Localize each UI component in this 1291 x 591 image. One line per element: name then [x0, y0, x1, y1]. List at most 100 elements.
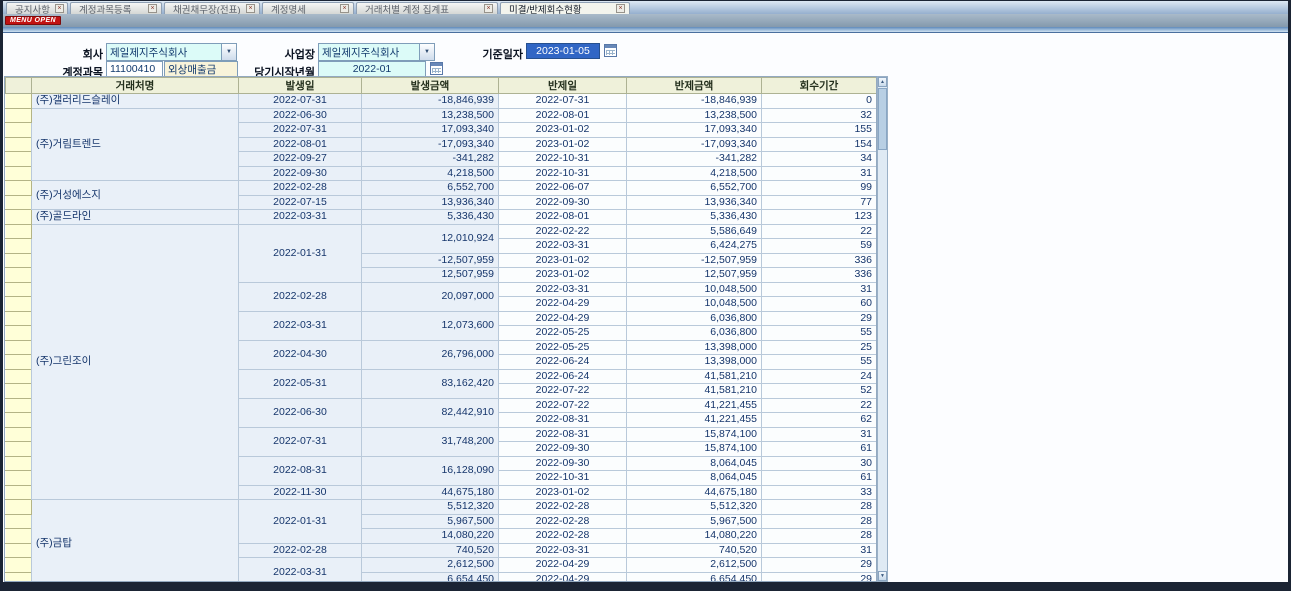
repayment-amount-cell[interactable]: 4,218,500	[627, 166, 762, 181]
row-selector[interactable]	[6, 152, 32, 167]
repayment-amount-cell[interactable]: 15,874,100	[627, 442, 762, 457]
table-row[interactable]: (주)갤러리드슬레이2022-07-31-18,846,9392022-07-3…	[6, 94, 877, 109]
row-selector[interactable]	[6, 108, 32, 123]
occurrence-date-cell[interactable]: 2022-07-31	[239, 123, 362, 138]
repayment-date-cell[interactable]: 2022-03-31	[499, 282, 627, 297]
base-date-calendar-icon[interactable]	[604, 44, 617, 57]
repayment-amount-cell[interactable]: 13,398,000	[627, 355, 762, 370]
row-selector[interactable]	[6, 369, 32, 384]
tab-item[interactable]: 채권채무장(전표)×	[164, 2, 260, 14]
repayment-date-cell[interactable]: 2022-08-31	[499, 413, 627, 428]
table-row[interactable]: (주)거림트렌드2022-06-3013,238,5002022-08-0113…	[6, 108, 877, 123]
repayment-date-cell[interactable]: 2022-06-07	[499, 181, 627, 196]
tab-item[interactable]: 공지사항×	[6, 2, 68, 14]
scroll-down-icon[interactable]: ▼	[878, 571, 887, 581]
collection-days-cell[interactable]: 31	[762, 543, 877, 558]
row-selector[interactable]	[6, 558, 32, 573]
repayment-amount-cell[interactable]: 6,036,800	[627, 326, 762, 341]
row-selector[interactable]	[6, 123, 32, 138]
occurrence-date-cell[interactable]: 2022-03-31	[239, 210, 362, 225]
repayment-amount-cell[interactable]: 41,581,210	[627, 384, 762, 399]
repayment-amount-cell[interactable]: 14,080,220	[627, 529, 762, 544]
repayment-amount-cell[interactable]: -17,093,340	[627, 137, 762, 152]
occurrence-date-cell[interactable]: 2022-02-28	[239, 282, 362, 311]
occurrence-date-cell[interactable]: 2022-07-15	[239, 195, 362, 210]
repayment-amount-cell[interactable]: -18,846,939	[627, 94, 762, 109]
occurrence-date-cell[interactable]: 2022-07-31	[239, 427, 362, 456]
repayment-date-cell[interactable]: 2022-06-24	[499, 369, 627, 384]
repayment-date-cell[interactable]: 2022-04-29	[499, 311, 627, 326]
repayment-date-cell[interactable]: 2022-09-30	[499, 456, 627, 471]
collection-days-cell[interactable]: 29	[762, 572, 877, 582]
occurrence-date-cell[interactable]: 2022-06-30	[239, 398, 362, 427]
collection-days-cell[interactable]: 52	[762, 384, 877, 399]
repayment-amount-cell[interactable]: 10,048,500	[627, 297, 762, 312]
repayment-date-cell[interactable]: 2022-07-31	[499, 94, 627, 109]
vertical-scrollbar[interactable]: ▲ ▼	[877, 76, 888, 582]
tab-close-icon[interactable]: ×	[484, 4, 493, 13]
occurrence-date-cell[interactable]: 2022-03-31	[239, 311, 362, 340]
repayment-amount-cell[interactable]: 6,424,275	[627, 239, 762, 254]
collection-days-cell[interactable]: 29	[762, 311, 877, 326]
repayment-date-cell[interactable]: 2022-10-31	[499, 471, 627, 486]
collection-days-cell[interactable]: 99	[762, 181, 877, 196]
repayment-date-cell[interactable]: 2023-01-02	[499, 253, 627, 268]
row-selector[interactable]	[6, 384, 32, 399]
account-code-input[interactable]	[106, 61, 163, 77]
collection-days-cell[interactable]: 30	[762, 456, 877, 471]
repayment-date-cell[interactable]: 2023-01-02	[499, 123, 627, 138]
period-start-calendar-icon[interactable]	[430, 62, 443, 75]
repayment-amount-cell[interactable]: 13,398,000	[627, 340, 762, 355]
tab-close-icon[interactable]: ×	[246, 4, 255, 13]
repayment-date-cell[interactable]: 2022-04-29	[499, 558, 627, 573]
repayment-date-cell[interactable]: 2022-09-30	[499, 442, 627, 457]
repayment-date-cell[interactable]: 2022-08-01	[499, 210, 627, 225]
tab-close-icon[interactable]: ×	[340, 4, 349, 13]
collection-days-cell[interactable]: 25	[762, 340, 877, 355]
row-selector[interactable]	[6, 326, 32, 341]
occurrence-date-cell[interactable]: 2022-01-31	[239, 500, 362, 544]
company-select[interactable]: 제일제지주식회사 ▼	[106, 43, 237, 61]
row-selector[interactable]	[6, 253, 32, 268]
row-selector[interactable]	[6, 543, 32, 558]
occurrence-amount-cell[interactable]: -18,846,939	[362, 94, 499, 109]
occurrence-date-cell[interactable]: 2022-02-28	[239, 181, 362, 196]
scroll-up-icon[interactable]: ▲	[878, 77, 887, 87]
occurrence-date-cell[interactable]: 2022-03-31	[239, 558, 362, 583]
column-header-customer[interactable]: 거래처명	[32, 78, 239, 94]
repayment-amount-cell[interactable]: 5,586,649	[627, 224, 762, 239]
occurrence-date-cell[interactable]: 2022-08-01	[239, 137, 362, 152]
repayment-date-cell[interactable]: 2022-03-31	[499, 239, 627, 254]
repayment-amount-cell[interactable]: 15,874,100	[627, 427, 762, 442]
chevron-down-icon[interactable]: ▼	[221, 44, 236, 60]
occurrence-amount-cell[interactable]: 6,552,700	[362, 181, 499, 196]
collection-days-cell[interactable]: 59	[762, 239, 877, 254]
repayment-date-cell[interactable]: 2022-06-24	[499, 355, 627, 370]
row-selector[interactable]	[6, 224, 32, 239]
table-row[interactable]: (주)골드라인2022-03-315,336,4302022-08-015,33…	[6, 210, 877, 225]
occurrence-amount-cell[interactable]: 6,654,450	[362, 572, 499, 582]
occurrence-amount-cell[interactable]: -12,507,959	[362, 253, 499, 268]
occurrence-amount-cell[interactable]: 31,748,200	[362, 427, 499, 456]
collection-days-cell[interactable]: 31	[762, 427, 877, 442]
collection-days-cell[interactable]: 34	[762, 152, 877, 167]
collection-days-cell[interactable]: 0	[762, 94, 877, 109]
repayment-amount-cell[interactable]: 6,036,800	[627, 311, 762, 326]
row-selector[interactable]	[6, 413, 32, 428]
occurrence-amount-cell[interactable]: 13,936,340	[362, 195, 499, 210]
customer-name-cell[interactable]: (주)금탑	[32, 500, 239, 583]
collection-days-cell[interactable]: 28	[762, 514, 877, 529]
column-header-occur-date[interactable]: 발생일	[239, 78, 362, 94]
occurrence-date-cell[interactable]: 2022-07-31	[239, 94, 362, 109]
collection-days-cell[interactable]: 28	[762, 500, 877, 515]
repayment-date-cell[interactable]: 2022-10-31	[499, 152, 627, 167]
occurrence-amount-cell[interactable]: 12,010,924	[362, 224, 499, 253]
customer-name-cell[interactable]: (주)거성에스지	[32, 181, 239, 210]
occurrence-amount-cell[interactable]: -17,093,340	[362, 137, 499, 152]
collection-days-cell[interactable]: 336	[762, 268, 877, 283]
collection-days-cell[interactable]: 55	[762, 326, 877, 341]
repayment-amount-cell[interactable]: 13,936,340	[627, 195, 762, 210]
row-selector[interactable]	[6, 282, 32, 297]
repayment-amount-cell[interactable]: -341,282	[627, 152, 762, 167]
base-date-input[interactable]	[526, 43, 600, 59]
